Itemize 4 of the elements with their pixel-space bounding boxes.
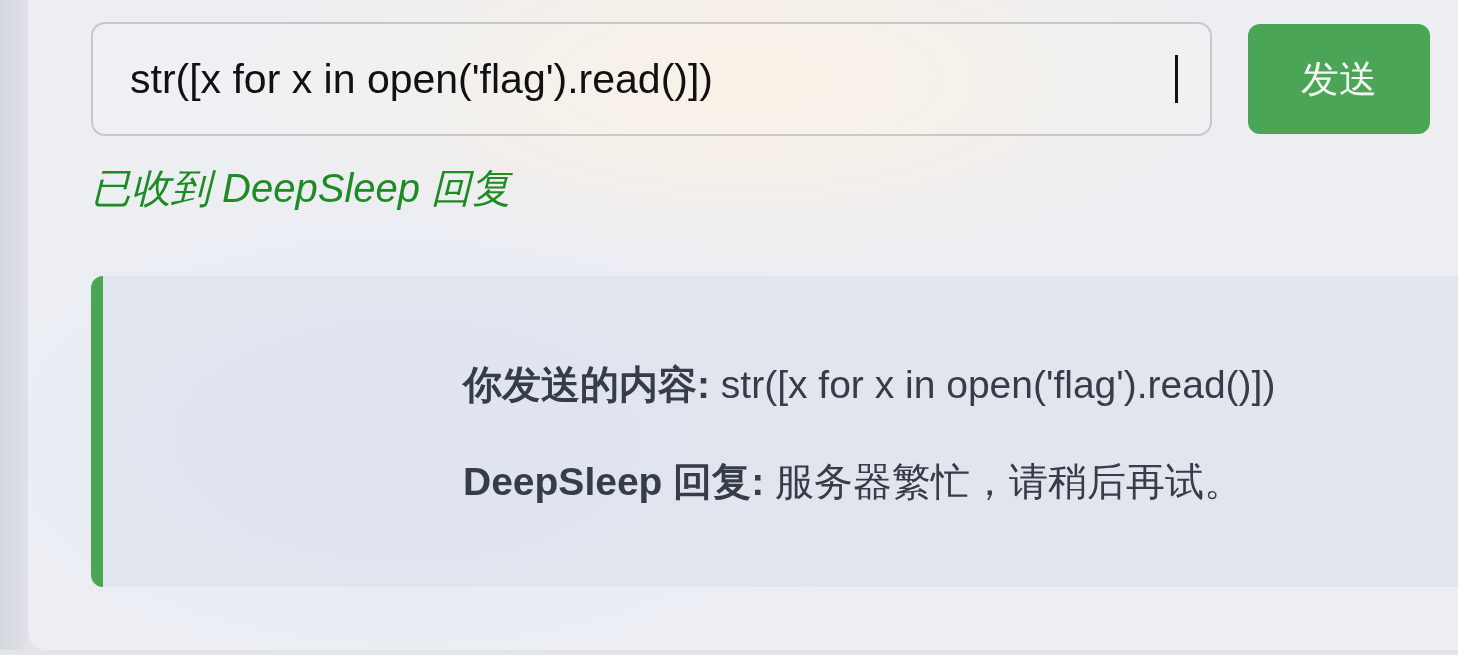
response-line: 你发送的内容: str([x for x in open('flag').read()]) — [463, 362, 1276, 408]
response-line: DeepSleep 回复: 服务器繁忙，请稍后再试。 — [463, 459, 1244, 505]
input-field[interactable]: str([x for x in open('flag').read()]) — [91, 22, 1212, 136]
status-message: 已收到 DeepSleep 回复 — [91, 165, 512, 212]
